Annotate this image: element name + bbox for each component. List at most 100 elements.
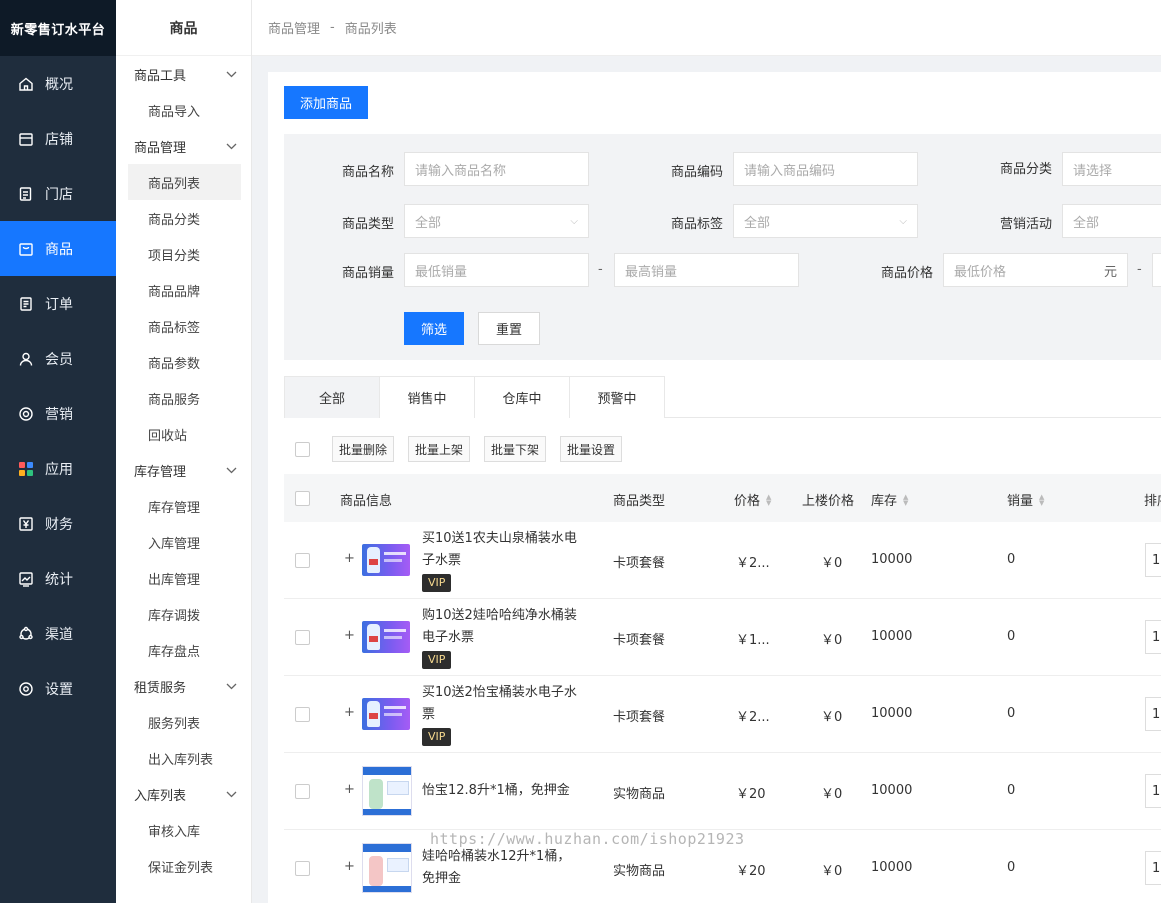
tab-on-sale[interactable]: 销售中 xyxy=(379,376,475,418)
row-checkbox[interactable] xyxy=(295,630,310,645)
subnav-group[interactable]: 入库列表 xyxy=(116,776,251,812)
expand-toggle[interactable]: + xyxy=(344,705,355,720)
product-name[interactable]: 买10送1农夫山泉桶装水电子水票 xyxy=(422,528,582,572)
marketing-activity-select[interactable]: 全部 xyxy=(1062,204,1161,238)
nav-item[interactable]: 会员 xyxy=(0,331,116,386)
add-goods-button[interactable]: 添加商品 xyxy=(284,86,369,119)
batch-unlist-button[interactable]: 批量下架 xyxy=(484,436,547,462)
subnav-item[interactable]: 出入库列表 xyxy=(128,740,241,776)
expand-toggle[interactable]: + xyxy=(344,628,355,643)
filter-submit-button[interactable]: 筛选 xyxy=(404,312,464,345)
content-card: 添加商品 商品名称 请输入商品名称 商品编码 请输入商品编码 商品分类 请选择 … xyxy=(268,72,1161,903)
nav-item-label: 统计 xyxy=(45,571,73,588)
expand-toggle[interactable]: + xyxy=(344,782,355,797)
subnav-item[interactable]: 商品品牌 xyxy=(128,272,241,308)
filter-reset-button[interactable]: 重置 xyxy=(478,312,540,345)
expand-toggle[interactable]: + xyxy=(344,859,355,874)
subnav-item[interactable]: 库存管理 xyxy=(128,488,241,524)
nav-item[interactable]: 商品 xyxy=(0,221,116,276)
product-name[interactable]: 娃哈哈桶装水12升*1桶，免押金 xyxy=(422,846,582,890)
filter-panel: 商品名称 请输入商品名称 商品编码 请输入商品编码 商品分类 请选择 商品类型 … xyxy=(284,134,1161,360)
subnav-group[interactable]: 商品工具 xyxy=(116,56,251,92)
subnav-item[interactable]: 项目分类 xyxy=(128,236,241,272)
tab-all[interactable]: 全部 xyxy=(284,376,380,418)
nav-item[interactable]: 营销 xyxy=(0,386,116,441)
nav-item[interactable]: 财务 xyxy=(0,496,116,551)
subnav-item[interactable]: 商品分类 xyxy=(128,200,241,236)
subnav-item[interactable]: 回收站 xyxy=(128,416,241,452)
batch-delete-button[interactable]: 批量删除 xyxy=(332,436,395,462)
nav-item[interactable]: 门店 xyxy=(0,166,116,221)
subnav-group[interactable]: 商品管理 xyxy=(116,128,251,164)
sort-input[interactable]: 1 xyxy=(1145,620,1161,654)
subnav-group[interactable]: 租赁服务 xyxy=(116,668,251,704)
price-min-input[interactable]: 最低价格元 xyxy=(943,253,1128,287)
goods-name-input[interactable]: 请输入商品名称 xyxy=(404,152,589,186)
nav-item[interactable]: 统计 xyxy=(0,551,116,606)
sort-input[interactable]: 1 xyxy=(1145,697,1161,731)
subnav-item[interactable]: 库存调拨 xyxy=(128,596,241,632)
price-max-input[interactable] xyxy=(1152,253,1161,287)
sales-max-input[interactable]: 最高销量 xyxy=(614,253,799,287)
product-name[interactable]: 购10送2娃哈哈纯净水桶装电子水票 xyxy=(422,605,582,649)
marketing-activity-label: 营销活动 xyxy=(999,217,1052,232)
row-checkbox[interactable] xyxy=(295,784,310,799)
batch-settings-button[interactable]: 批量设置 xyxy=(560,436,623,462)
subnav-item[interactable]: 入库管理 xyxy=(128,524,241,560)
subnav-group[interactable]: 库存管理 xyxy=(116,452,251,488)
breadcrumb-item-goods-list: 商品列表 xyxy=(344,22,397,37)
tab-warning[interactable]: 预警中 xyxy=(569,376,665,418)
goods-code-input[interactable]: 请输入商品编码 xyxy=(733,152,918,186)
table-header: 商品信息 商品类型 价格▲▼ 上楼价格 库存▲▼ 销量▲▼ 排序 xyxy=(284,474,1161,522)
select-all-checkbox[interactable] xyxy=(295,441,310,457)
nav-item[interactable]: 订单 xyxy=(0,276,116,331)
subnav-item[interactable]: 商品导入 xyxy=(128,92,241,128)
sort-input[interactable]: 1 xyxy=(1145,774,1161,808)
goods-category-label: 商品分类 xyxy=(999,162,1052,177)
goods-tag-select[interactable]: 全部 ⌵ xyxy=(733,204,918,238)
subnav-item[interactable]: 商品列表 xyxy=(128,164,241,200)
goods-type-select[interactable]: 全部 ⌵ xyxy=(404,204,589,238)
nav-item[interactable]: 店铺 xyxy=(0,111,116,166)
home-icon xyxy=(17,75,35,93)
product-stock: 10000 xyxy=(871,783,913,798)
nav-item-label: 订单 xyxy=(45,296,73,313)
price-label: 商品价格 xyxy=(880,266,933,281)
sort-input[interactable]: 1 xyxy=(1145,851,1161,885)
header-checkbox[interactable] xyxy=(295,491,310,506)
sort-input[interactable]: 1 xyxy=(1145,543,1161,577)
goods-code-label: 商品编码 xyxy=(670,165,723,180)
product-price: ￥20 xyxy=(736,864,766,879)
goods-category-select[interactable]: 请选择 xyxy=(1062,152,1161,186)
subnav-item[interactable]: 审核入库 xyxy=(128,812,241,848)
product-sales: 0 xyxy=(1007,860,1016,875)
header-stock[interactable]: 库存 ▲ ▼ xyxy=(871,490,908,509)
subnav-item[interactable]: 商品参数 xyxy=(128,344,241,380)
tab-in-warehouse[interactable]: 仓库中 xyxy=(474,376,570,418)
watermark: https://www.huzhan.com/ishop21923 xyxy=(430,830,745,848)
subnav-item[interactable]: 出库管理 xyxy=(128,560,241,596)
row-checkbox[interactable] xyxy=(295,707,310,722)
subnav-item[interactable]: 库存盘点 xyxy=(128,632,241,668)
header-price[interactable]: 价格 ▲ ▼ xyxy=(734,490,771,509)
nav-item[interactable]: 概况 xyxy=(0,56,116,111)
expand-toggle[interactable]: + xyxy=(344,551,355,566)
row-checkbox[interactable] xyxy=(295,553,310,568)
nav-item[interactable]: 渠道 xyxy=(0,606,116,661)
product-price: ￥2... xyxy=(736,556,770,571)
subnav-item[interactable]: 服务列表 xyxy=(128,704,241,740)
header-sales[interactable]: 销量 ▲ ▼ xyxy=(1007,490,1044,509)
sales-min-input[interactable]: 最低销量 xyxy=(404,253,589,287)
nav-item[interactable]: 应用 xyxy=(0,441,116,496)
brand-title: 新零售订水平台 xyxy=(0,0,116,56)
product-thumbnail xyxy=(362,766,412,816)
product-name[interactable]: 买10送2怡宝桶装水电子水票 xyxy=(422,682,582,726)
row-checkbox[interactable] xyxy=(295,861,310,876)
subnav-item[interactable]: 商品服务 xyxy=(128,380,241,416)
nav-item[interactable]: 设置 xyxy=(0,661,116,716)
subnav-item[interactable]: 保证金列表 xyxy=(128,848,241,884)
subnav-item[interactable]: 商品标签 xyxy=(128,308,241,344)
batch-list-button[interactable]: 批量上架 xyxy=(408,436,471,462)
product-name[interactable]: 怡宝12.8升*1桶，免押金 xyxy=(422,780,582,802)
breadcrumb-item-goods-management[interactable]: 商品管理 xyxy=(268,18,320,37)
